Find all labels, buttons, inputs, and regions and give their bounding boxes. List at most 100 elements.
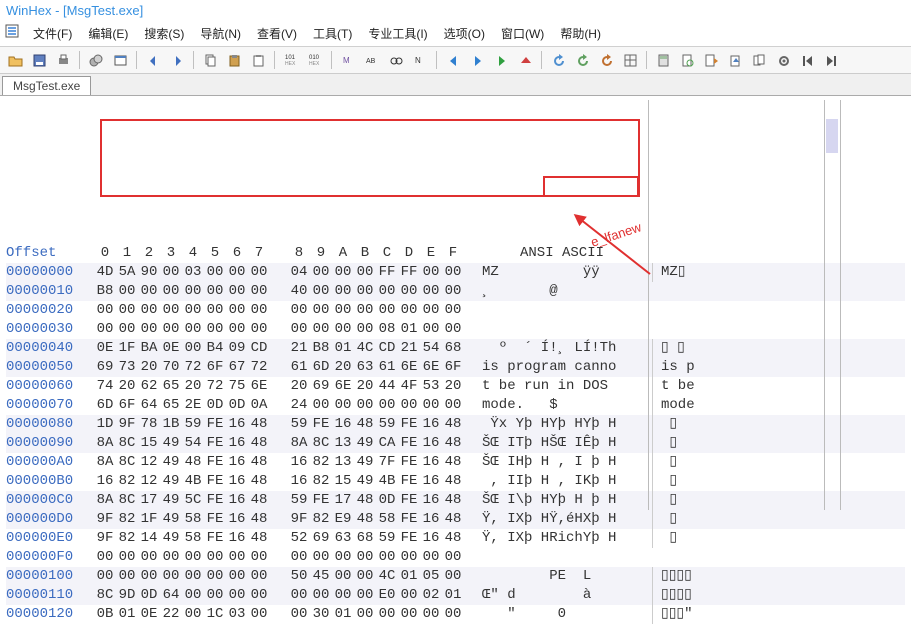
calc-icon[interactable] xyxy=(652,50,674,70)
hex-byte[interactable]: 70 xyxy=(160,358,182,377)
hex-byte[interactable]: 1C xyxy=(204,605,226,624)
hex-byte[interactable]: 00 xyxy=(182,605,204,624)
hex-byte[interactable]: 4F xyxy=(398,377,420,396)
hex-byte[interactable]: 00 xyxy=(332,567,354,586)
hex-byte[interactable]: 00 xyxy=(376,396,398,415)
hex-byte[interactable]: 21 xyxy=(288,339,310,358)
ascii-cell[interactable]: t be run in DOS xyxy=(482,377,642,396)
hex-byte[interactable]: 69 xyxy=(310,529,332,548)
ascii-cell[interactable]: , IIþ H , IKþ H xyxy=(482,472,642,491)
hex-byte[interactable]: 30 xyxy=(310,605,332,624)
menu-view[interactable]: 查看(V) xyxy=(250,23,304,44)
clipboard-icon[interactable] xyxy=(247,50,269,70)
menu-tools[interactable]: 工具(T) xyxy=(306,23,359,44)
hex-byte[interactable]: 82 xyxy=(116,510,138,529)
hex-byte[interactable]: CA xyxy=(376,434,398,453)
hex-byte[interactable]: 00 xyxy=(226,263,248,282)
hex-byte[interactable]: 0E xyxy=(160,339,182,358)
hex-byte[interactable]: B4 xyxy=(204,339,226,358)
hex-byte[interactable]: 4D xyxy=(94,263,116,282)
hex-byte[interactable]: 00 xyxy=(248,586,270,605)
hex-byte[interactable]: 00 xyxy=(248,301,270,320)
hex-row[interactable]: 00000060742062652072756E20696E20444F5320… xyxy=(6,377,905,396)
hex-byte[interactable]: 00 xyxy=(160,567,182,586)
hex-byte[interactable]: 13 xyxy=(332,453,354,472)
hex-byte[interactable]: 69 xyxy=(94,358,116,377)
hex-byte[interactable]: 63 xyxy=(354,358,376,377)
gear-icon[interactable] xyxy=(772,50,794,70)
hex-byte[interactable]: 4C xyxy=(354,339,376,358)
hex-byte[interactable]: 48 xyxy=(442,415,464,434)
hex-byte[interactable]: 16 xyxy=(420,415,442,434)
pages-icon[interactable] xyxy=(748,50,770,70)
hex-byte[interactable]: 00 xyxy=(204,282,226,301)
hex-byte[interactable]: 16 xyxy=(420,453,442,472)
menu-specialist[interactable]: 专业工具(I) xyxy=(361,23,434,44)
hex-byte[interactable]: FE xyxy=(204,415,226,434)
hex-byte[interactable]: 00 xyxy=(182,548,204,567)
hex-byte[interactable]: 7F xyxy=(376,453,398,472)
hex-byte[interactable]: 00 xyxy=(442,567,464,586)
hex-byte[interactable]: 00 xyxy=(226,548,248,567)
hex-byte[interactable]: 48 xyxy=(442,491,464,510)
hex-byte[interactable]: 8A xyxy=(288,434,310,453)
hex-byte[interactable]: 82 xyxy=(310,510,332,529)
hex-byte[interactable]: 17 xyxy=(332,491,354,510)
hex-byte[interactable]: 82 xyxy=(116,529,138,548)
hex-byte[interactable]: 00 xyxy=(310,282,332,301)
menu-edit[interactable]: 编辑(E) xyxy=(81,23,135,44)
hex-byte[interactable]: FE xyxy=(204,472,226,491)
hex-byte[interactable]: 00 xyxy=(94,320,116,339)
up-arrow-icon[interactable] xyxy=(514,50,536,70)
hex-byte[interactable]: 54 xyxy=(182,434,204,453)
hex-byte[interactable]: 48 xyxy=(442,529,464,548)
hex-byte[interactable]: 54 xyxy=(420,339,442,358)
hex-byte[interactable]: 00 xyxy=(332,396,354,415)
hex-byte[interactable]: 00 xyxy=(442,320,464,339)
hex-byte[interactable]: 61 xyxy=(288,358,310,377)
hex-byte[interactable]: 00 xyxy=(248,320,270,339)
hex-byte[interactable]: 9F xyxy=(94,529,116,548)
hex-byte[interactable]: 45 xyxy=(310,567,332,586)
hex-byte[interactable]: 90 xyxy=(138,263,160,282)
hex-byte[interactable]: FF xyxy=(376,263,398,282)
hex-byte[interactable]: 01 xyxy=(332,339,354,358)
hex-byte[interactable]: 6E xyxy=(420,358,442,377)
hex-byte[interactable]: 08 xyxy=(376,320,398,339)
hex-byte[interactable]: 65 xyxy=(160,377,182,396)
green-arrow-icon[interactable] xyxy=(490,50,512,70)
hex-byte[interactable]: 00 xyxy=(288,586,310,605)
hex-byte[interactable]: 00 xyxy=(160,282,182,301)
hex-byte[interactable]: 74 xyxy=(94,377,116,396)
hex-byte[interactable]: 00 xyxy=(354,548,376,567)
hex-byte[interactable]: 48 xyxy=(442,472,464,491)
ascii-cell[interactable]: is program canno xyxy=(482,358,642,377)
hex-byte[interactable]: 20 xyxy=(442,377,464,396)
hex-byte[interactable]: 00 xyxy=(204,320,226,339)
hex-byte[interactable]: 59 xyxy=(288,491,310,510)
hex-byte[interactable]: 00 xyxy=(288,548,310,567)
hex-byte[interactable]: 00 xyxy=(204,301,226,320)
hex-byte[interactable]: 01 xyxy=(442,586,464,605)
hex-byte[interactable]: 48 xyxy=(182,453,204,472)
paste-icon[interactable] xyxy=(223,50,245,70)
hex-editor[interactable]: e_lfanew Offset0123456789ABCDEFANSI ASCI… xyxy=(0,96,911,628)
disk-group-icon[interactable] xyxy=(85,50,107,70)
hex-byte[interactable]: 15 xyxy=(332,472,354,491)
hex-byte[interactable]: 00 xyxy=(116,282,138,301)
copy-icon[interactable] xyxy=(199,50,221,70)
hex-byte[interactable]: 9F xyxy=(116,415,138,434)
hex-byte[interactable]: 72 xyxy=(204,377,226,396)
hex-byte[interactable]: 17 xyxy=(138,491,160,510)
hex-byte[interactable]: 8C xyxy=(116,453,138,472)
hex-byte[interactable]: 00 xyxy=(310,263,332,282)
hex-byte[interactable]: 00 xyxy=(116,548,138,567)
hex-byte[interactable]: E9 xyxy=(332,510,354,529)
hex-byte[interactable]: 16 xyxy=(288,472,310,491)
hex-byte[interactable]: 0A xyxy=(248,396,270,415)
hex-byte[interactable]: 82 xyxy=(310,453,332,472)
hex-byte[interactable]: 49 xyxy=(354,472,376,491)
hex-byte[interactable]: 67 xyxy=(226,358,248,377)
hex-byte[interactable]: FE xyxy=(310,415,332,434)
hex-byte[interactable]: 00 xyxy=(354,263,376,282)
